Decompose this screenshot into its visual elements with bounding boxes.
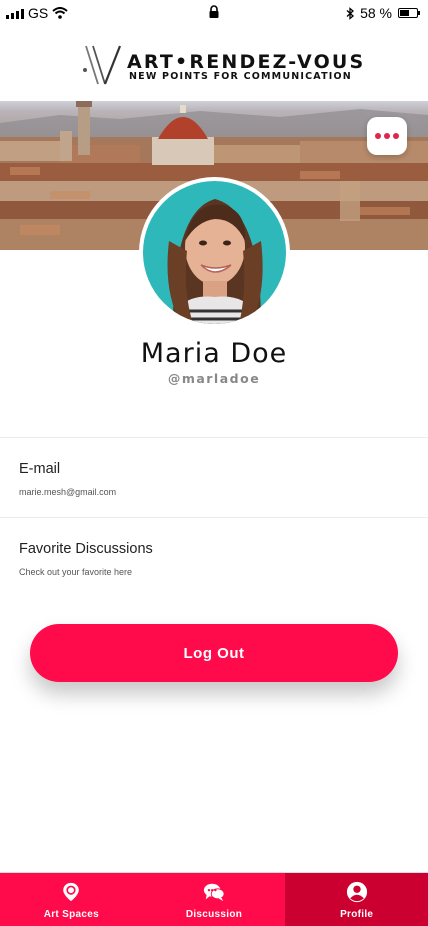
map-pin-icon [63, 882, 80, 902]
email-value: marie.mesh@gmail.com [19, 487, 117, 497]
bluetooth-icon [346, 6, 355, 20]
avatar [139, 177, 290, 328]
chat-bubbles-icon [203, 883, 225, 902]
favorite-discussions-hint: Check out your favorite here [19, 567, 133, 577]
logout-button[interactable]: Log Out [30, 624, 398, 682]
profile-name: Maria Doe [140, 338, 288, 369]
tab-profile[interactable]: Profile [285, 873, 428, 926]
lock-icon [209, 5, 219, 21]
divider [0, 437, 428, 438]
favorite-discussions-label: Favorite Discussions [19, 541, 153, 557]
user-circle-icon [346, 881, 367, 903]
bottom-tab-bar: Art Spaces Discussion Profile [0, 872, 428, 926]
brand-tagline: NEW POINTS FOR COMMUNICATION [129, 71, 352, 82]
tab-profile-label: Profile [340, 909, 374, 920]
battery-icon [398, 8, 420, 18]
battery-percent: 58 % [360, 5, 392, 21]
more-dots-icon [375, 133, 381, 139]
tab-discussion[interactable]: Discussion [142, 873, 286, 926]
status-right: 58 % [346, 5, 420, 21]
status-bar: GS 58 % [0, 0, 428, 26]
profile-handle: @marladoe [167, 371, 261, 386]
more-options-button[interactable] [367, 117, 407, 155]
divider [0, 517, 428, 518]
profile-photo [143, 181, 286, 324]
logo-mark-icon [83, 45, 122, 85]
tab-discussion-label: Discussion [185, 909, 243, 920]
tab-art-spaces-label: Art Spaces [43, 909, 99, 920]
tab-art-spaces[interactable]: Art Spaces [0, 873, 143, 926]
wifi-icon [52, 7, 68, 19]
carrier-name: GS [28, 5, 49, 21]
signal-icon [6, 7, 24, 19]
brand-logo: ART•RENDEZ-VOUS NEW POINTS FOR COMMUNICA… [0, 44, 428, 88]
brand-name: ART•RENDEZ-VOUS [127, 51, 366, 73]
email-label: E-mail [19, 461, 61, 477]
status-left: GS [6, 5, 68, 21]
